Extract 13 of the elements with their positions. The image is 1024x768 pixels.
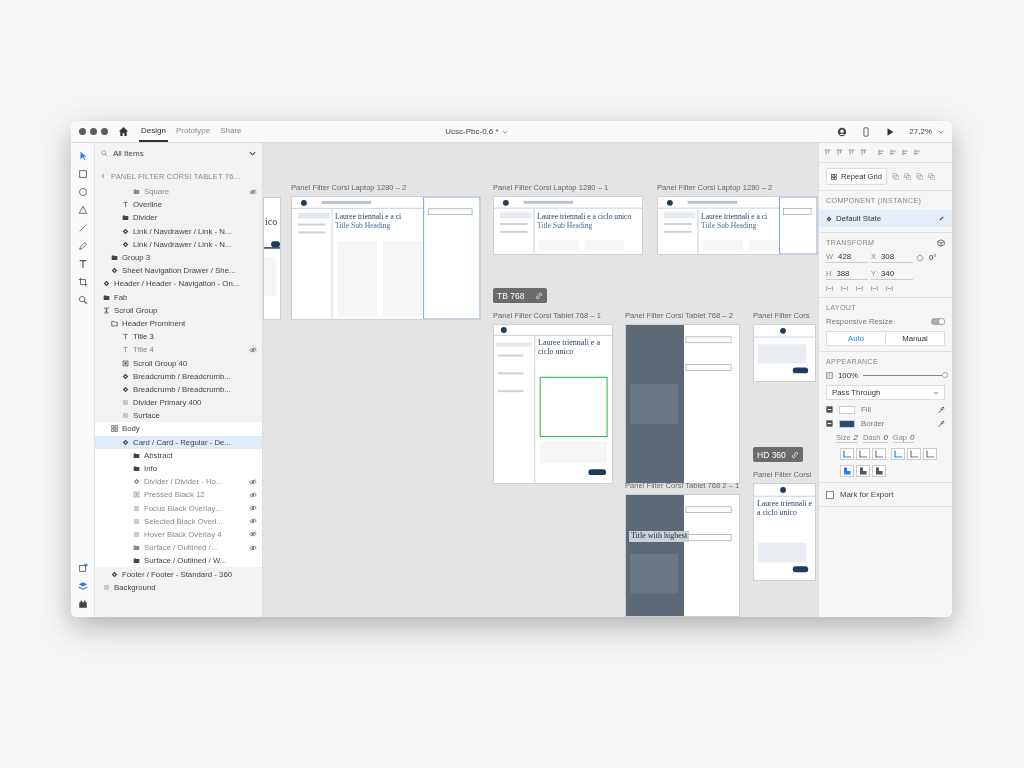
file-name[interactable]: Ucsc-Pbc-0.6 * xyxy=(445,127,499,136)
mode-tab[interactable]: Share xyxy=(218,121,244,142)
artboard[interactable]: Title with highest xyxy=(625,494,740,617)
artboard-badge[interactable]: TB 768 xyxy=(493,288,547,303)
artboard-badge[interactable]: HD 360 xyxy=(753,447,803,462)
mode-tab[interactable]: Prototype xyxy=(173,121,213,142)
layer-filter[interactable]: All Items xyxy=(95,143,262,163)
page-heading: Title with highest xyxy=(631,532,688,541)
zoom-level[interactable]: 27,2% xyxy=(909,127,932,136)
page-heading: Lauree triennali e a ciclo unico xyxy=(538,339,601,357)
artboard[interactable]: Lauree triennali e a ciclo unico xyxy=(493,324,613,484)
page-heading: ico xyxy=(265,216,278,227)
artboard[interactable]: ico xyxy=(263,197,281,320)
